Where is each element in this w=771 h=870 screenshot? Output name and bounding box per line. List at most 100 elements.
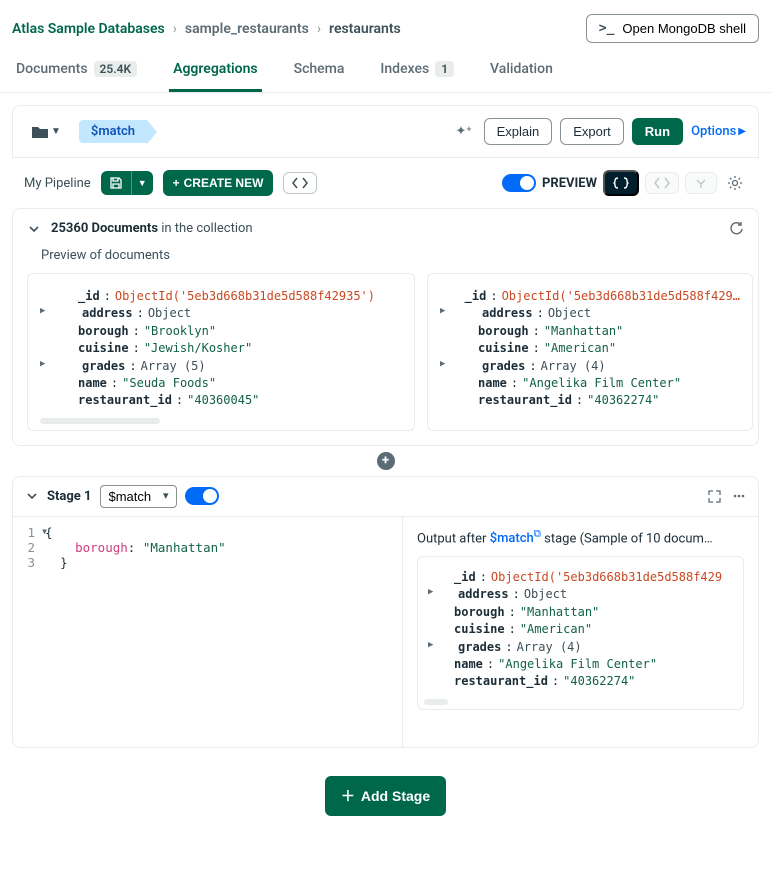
saved-pipelines-button[interactable]: ▼ bbox=[25, 121, 67, 143]
field-value: "40362274" bbox=[563, 673, 635, 690]
scrollbar-thumb[interactable] bbox=[40, 418, 160, 424]
chevron-down-icon[interactable] bbox=[25, 489, 39, 503]
documents-panel-header: 25360 Documents in the collection bbox=[13, 209, 758, 248]
collapse-button[interactable] bbox=[685, 172, 717, 194]
save-button[interactable] bbox=[101, 171, 131, 195]
terminal-icon: >_ bbox=[599, 21, 615, 36]
add-stage-between: + bbox=[0, 452, 771, 470]
settings-button[interactable] bbox=[723, 171, 747, 195]
output-prefix: Output after bbox=[417, 531, 490, 546]
stage-enabled-toggle[interactable] bbox=[185, 487, 219, 505]
document-card: _id: ObjectId('5eb3d668b31de5d588f42935'… bbox=[27, 273, 415, 431]
expand-icon[interactable]: ▶ bbox=[440, 305, 452, 322]
save-icon bbox=[109, 176, 123, 190]
field-key: grades bbox=[82, 358, 125, 375]
breadcrumb: Atlas Sample Databases › sample_restaura… bbox=[12, 21, 401, 37]
folder-icon bbox=[31, 125, 49, 139]
stage-body: 1▼{ 2 borough: "Manhattan" 3 } Output af… bbox=[13, 517, 758, 747]
code-icon bbox=[292, 177, 308, 189]
stage-doc-link[interactable]: $match⧉ bbox=[490, 531, 541, 546]
tab-validation[interactable]: Validation bbox=[486, 51, 557, 92]
expand-stage-button[interactable] bbox=[707, 489, 722, 504]
expand-icon[interactable]: ▶ bbox=[40, 358, 52, 375]
open-shell-label: Open MongoDB shell bbox=[622, 21, 746, 36]
caret-down-icon: ▼ bbox=[138, 178, 147, 188]
field-value: ObjectId('5eb3d668b31de5d588f429 bbox=[491, 569, 722, 586]
json-view-button[interactable] bbox=[603, 170, 639, 196]
pipeline-bar: My Pipeline ▼ + CREATE NEW PREVIEW bbox=[12, 158, 759, 208]
toolbar-left: ▼ $match bbox=[25, 120, 147, 143]
open-shell-button[interactable]: >_ Open MongoDB shell bbox=[586, 14, 759, 43]
code-line: } bbox=[60, 555, 68, 570]
chevron-down-icon[interactable] bbox=[27, 222, 41, 236]
output-suffix: stage (Sample of 10 docum… bbox=[541, 531, 713, 546]
fold-icon[interactable]: ▼ bbox=[42, 527, 47, 536]
save-dropdown-button[interactable]: ▼ bbox=[131, 171, 153, 195]
field-key: _id bbox=[78, 288, 100, 305]
table-view-button[interactable] bbox=[645, 172, 679, 194]
tab-aggregations[interactable]: Aggregations bbox=[169, 51, 261, 92]
pipeline-bar-right: PREVIEW bbox=[502, 170, 747, 196]
chevron-right-icon: › bbox=[317, 21, 321, 37]
output-link-label: $match bbox=[490, 531, 534, 546]
field-value: "Seuda Foods" bbox=[122, 375, 216, 392]
field-value: "American" bbox=[544, 340, 616, 357]
collapse-icon bbox=[694, 177, 708, 189]
expand-icon[interactable]: ▶ bbox=[40, 305, 52, 322]
explain-button[interactable]: Explain bbox=[484, 118, 553, 145]
preview-of-documents-label: Preview of documents bbox=[13, 248, 758, 273]
breadcrumb-database[interactable]: sample_restaurants bbox=[185, 21, 309, 37]
documents-count-badge: 25.4K bbox=[94, 61, 138, 77]
field-key: address bbox=[482, 305, 533, 322]
options-link[interactable]: Options ▶ bbox=[691, 124, 746, 139]
stage-header: Stage 1 $match bbox=[13, 477, 758, 517]
refresh-button[interactable] bbox=[729, 221, 744, 236]
expand-icon bbox=[707, 489, 722, 504]
tab-indexes[interactable]: Indexes 1 bbox=[376, 51, 458, 92]
field-key: name bbox=[454, 656, 483, 673]
ellipsis-icon bbox=[732, 489, 746, 503]
code-icon bbox=[654, 177, 670, 189]
tab-documents-label: Documents bbox=[16, 61, 88, 77]
save-pipeline-group: ▼ bbox=[101, 171, 153, 195]
braces-icon bbox=[613, 177, 629, 189]
chevron-right-icon: › bbox=[173, 21, 177, 37]
add-stage-inline-button[interactable]: + bbox=[377, 452, 395, 470]
tab-schema[interactable]: Schema bbox=[290, 51, 349, 92]
expand-icon[interactable]: ▶ bbox=[428, 586, 440, 603]
stage-editor[interactable]: 1▼{ 2 borough: "Manhattan" 3 } bbox=[13, 517, 403, 747]
ai-sparkle-icon[interactable]: ✦⁺ bbox=[451, 120, 475, 143]
field-value: "Angelika Film Center" bbox=[522, 375, 681, 392]
breadcrumb-root[interactable]: Atlas Sample Databases bbox=[12, 21, 165, 37]
header: Atlas Sample Databases › sample_restaura… bbox=[0, 0, 771, 51]
field-key: grades bbox=[482, 358, 525, 375]
add-stage-button[interactable]: ＋ Add Stage bbox=[325, 776, 446, 816]
code-value: "Manhattan" bbox=[143, 540, 226, 555]
field-value: ObjectId('5eb3d668b31de5d588f429… bbox=[502, 288, 740, 305]
indexes-count-badge: 1 bbox=[435, 61, 454, 77]
field-key: restaurant_id bbox=[78, 392, 172, 409]
field-value: Array (4) bbox=[517, 639, 582, 656]
tab-documents[interactable]: Documents 25.4K bbox=[12, 51, 141, 92]
code-key: borough bbox=[75, 540, 128, 555]
pipeline-stage-pill[interactable]: $match bbox=[79, 120, 147, 143]
create-new-button[interactable]: + CREATE NEW bbox=[163, 170, 274, 196]
text-mode-button[interactable] bbox=[283, 172, 317, 194]
documents-count: 25360 Documents bbox=[51, 221, 158, 236]
scrollbar-thumb[interactable] bbox=[424, 699, 448, 705]
preview-toggle[interactable] bbox=[502, 174, 536, 192]
caret-down-icon: ▼ bbox=[51, 126, 61, 137]
export-button[interactable]: Export bbox=[560, 118, 624, 145]
stage-title: Stage 1 bbox=[47, 489, 92, 504]
add-stage-label: Add Stage bbox=[361, 788, 430, 804]
stage-menu-button[interactable] bbox=[732, 489, 746, 503]
field-key: address bbox=[82, 305, 133, 322]
run-button[interactable]: Run bbox=[632, 118, 683, 145]
collection-tabs: Documents 25.4K Aggregations Schema Inde… bbox=[0, 51, 771, 93]
expand-icon[interactable]: ▶ bbox=[440, 358, 452, 375]
stage-operator-select[interactable]: $match bbox=[100, 485, 177, 508]
breadcrumb-collection[interactable]: restaurants bbox=[329, 21, 401, 37]
expand-icon[interactable]: ▶ bbox=[428, 639, 440, 656]
field-key: name bbox=[78, 375, 107, 392]
field-value: "Brooklyn" bbox=[144, 323, 216, 340]
